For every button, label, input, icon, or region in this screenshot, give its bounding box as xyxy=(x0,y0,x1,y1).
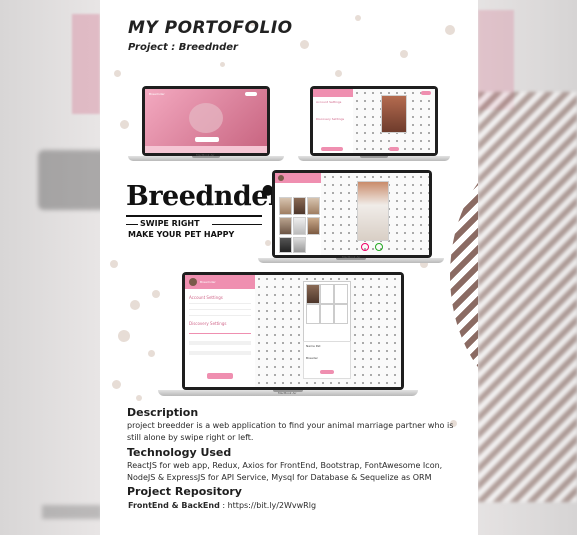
profile-logout-button xyxy=(321,147,343,151)
laptop-label: MacBook Air xyxy=(196,153,215,157)
match-thumb xyxy=(307,217,320,235)
avatar xyxy=(189,278,197,286)
decor-dot xyxy=(220,62,225,67)
technology-text: ReactJS for web app, Redux, Axios for Fr… xyxy=(127,461,443,482)
tagline-rule-left xyxy=(126,224,138,225)
pet-photo xyxy=(306,284,320,304)
decor-dot xyxy=(148,350,155,357)
decor-dot xyxy=(355,15,361,21)
description-heading: Description xyxy=(127,406,199,419)
age-field xyxy=(189,341,251,345)
profile-discovery-settings: Discovery Settings xyxy=(316,117,345,121)
distance-slider xyxy=(189,333,251,334)
background-ghost-logo xyxy=(38,150,108,210)
logo-wordmark: Breednder xyxy=(126,181,282,212)
settings-account-heading: Account Settings xyxy=(189,295,223,300)
repository-link[interactable]: https://bit.ly/2WvwRlg xyxy=(228,501,316,510)
match-thumb xyxy=(293,237,306,253)
page-title: MY PORTOFOLIO xyxy=(128,18,293,38)
decor-dot xyxy=(118,330,130,342)
dislike-icon xyxy=(361,243,369,251)
decor-dot xyxy=(110,260,118,268)
laptop-label: MacBook Air xyxy=(342,255,361,259)
divider xyxy=(189,315,251,316)
settings-logout-button xyxy=(207,373,233,379)
match-thumb xyxy=(279,237,292,253)
profile-save-button xyxy=(389,147,399,151)
photo-slot xyxy=(306,304,320,324)
profile-pet-photo xyxy=(381,95,407,133)
profile-sidebar-header xyxy=(313,89,353,97)
profile-account-settings: Account Settings xyxy=(316,100,342,104)
background-stripes xyxy=(478,92,577,502)
divider xyxy=(189,303,251,304)
match-thumb xyxy=(279,197,292,215)
repository-heading: Project Repository xyxy=(127,485,242,498)
landing-footer xyxy=(145,146,267,153)
decor-dot xyxy=(114,70,121,77)
page-subtitle: Project : Breednder xyxy=(128,42,238,53)
background-ghost-text xyxy=(42,505,102,519)
decor-dot xyxy=(112,380,121,389)
breednder-logo: Breednder ● SWIPE RIGHT MAKE YOUR PET HA… xyxy=(126,181,282,239)
breeder-label: Breeder xyxy=(306,356,318,360)
profile-sidebar: Account Settings Discovery Settings xyxy=(313,89,354,153)
profile-screen: Account Settings Discovery Settings xyxy=(313,89,435,153)
decor-dot xyxy=(445,25,455,35)
settings-screen: Breednder Account Settings Discovery Set… xyxy=(185,275,401,387)
landing-screen: Breednder xyxy=(145,89,267,153)
repository-label: FrontEnd & BackEnd xyxy=(128,501,220,510)
settings-pet-card xyxy=(303,281,351,343)
swipe-sidebar xyxy=(275,173,321,255)
match-thumb xyxy=(307,197,320,215)
landing-register-button xyxy=(195,137,219,142)
landing-app-name: Breednder xyxy=(149,92,165,96)
tagline-rule-right xyxy=(212,224,262,225)
settings-sidebar: Breednder Account Settings Discovery Set… xyxy=(185,275,256,387)
swipe-screen xyxy=(275,173,429,255)
photo-slot xyxy=(334,284,348,304)
swipe-card xyxy=(357,181,389,241)
avatar xyxy=(278,175,284,181)
match-thumb xyxy=(293,217,306,235)
logo-rule xyxy=(126,215,262,217)
like-icon xyxy=(375,243,383,251)
technology-heading: Technology Used xyxy=(127,446,232,459)
photo-slot xyxy=(320,284,334,304)
decor-dot xyxy=(335,70,342,77)
settings-app-name: Breednder xyxy=(200,280,216,284)
description-text: project breedder is a web application to… xyxy=(127,421,454,442)
photo-slot xyxy=(320,304,334,324)
decor-dot xyxy=(400,50,408,58)
portfolio-page: MY PORTOFOLIO Project : Breednder Breedn… xyxy=(100,0,478,535)
landing-pet-photo xyxy=(189,103,223,133)
decor-dot xyxy=(300,40,309,49)
profile-edit-button xyxy=(421,91,431,95)
laptop-settings-mockup: Breednder Account Settings Discovery Set… xyxy=(158,272,418,400)
laptop-landing-mockup: Breednder MacBook Air xyxy=(128,86,284,162)
match-thumb xyxy=(293,197,306,215)
settings-pet-form: Name Pet Breeder xyxy=(303,341,351,379)
landing-login-button xyxy=(245,92,257,96)
photo-slot xyxy=(334,304,348,324)
laptop-label: MacBook Air xyxy=(278,391,297,395)
settings-discovery-heading: Discovery Settings xyxy=(189,321,227,326)
pet-save-button xyxy=(320,370,334,374)
divider xyxy=(189,309,251,310)
laptop-swipe-mockup: MacBook Air xyxy=(258,170,444,265)
decor-dot xyxy=(136,395,142,401)
laptop-profile-mockup: Account Settings Discovery Settings xyxy=(298,86,450,162)
match-thumb xyxy=(279,217,292,235)
logo-tagline-2: MAKE YOUR PET HAPPY xyxy=(128,230,235,239)
pet-name-label: Name Pet xyxy=(306,344,321,348)
logo-tagline-1: SWIPE RIGHT xyxy=(140,219,200,228)
laptop-notch xyxy=(360,156,388,158)
gender-field xyxy=(189,351,251,355)
background-ghost-mockup-left xyxy=(72,14,100,114)
decor-dot xyxy=(130,300,140,310)
repository-line: FrontEnd & BackEnd : https://bit.ly/2Wvw… xyxy=(128,501,316,510)
